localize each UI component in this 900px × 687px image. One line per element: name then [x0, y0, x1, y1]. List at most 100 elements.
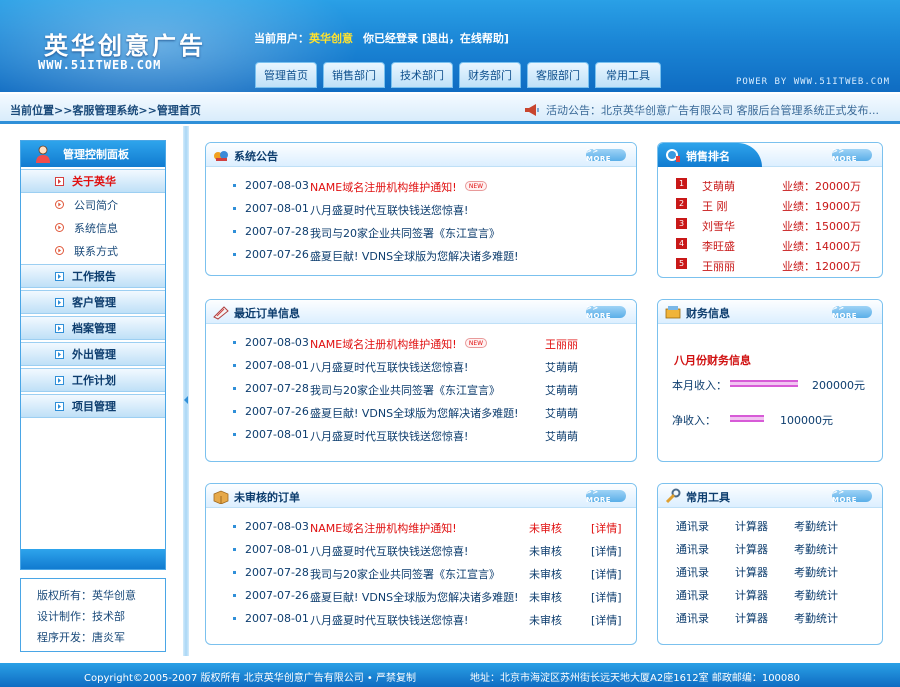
item-title-link[interactable]: 八月盛夏时代互联快钱送您惊喜!	[310, 202, 468, 218]
order-title-link[interactable]: 盛夏巨献! VDNS全球版为您解决诸多难题!	[310, 589, 519, 605]
item-title-link[interactable]: 盛夏巨献! VDNS全球版为您解决诸多难题!	[310, 248, 519, 264]
tool-attendance-link[interactable]: 考勤统计	[794, 541, 853, 564]
sidebar-item-system-info[interactable]: 系统信息	[21, 216, 165, 239]
salesperson-performance: 业绩：14000万	[782, 240, 861, 253]
panel-announcements: 系统公告 >> MORE 2007-08-03 NAME域名注册机构维护通知! NE…	[205, 142, 637, 276]
sidebar-item-contact[interactable]: 联系方式	[21, 239, 165, 262]
tool-contacts-link[interactable]: 通讯录	[676, 518, 735, 541]
panel-header: 最近订单信息 >> MORE	[206, 300, 636, 324]
tool-attendance-link[interactable]: 考勤统计	[794, 587, 853, 610]
ranking-row[interactable]: 1 艾萌萌 业绩：20000万	[658, 175, 882, 195]
order-title-link[interactable]: 八月盛夏时代互联快钱送您惊喜!	[310, 543, 468, 559]
sidebar-group-customers[interactable]: 客户管理	[21, 290, 165, 314]
tool-contacts-link[interactable]: 通讯录	[676, 541, 735, 564]
more-button[interactable]: >> MORE	[832, 488, 872, 504]
salesperson-performance: 业绩：19000万	[782, 200, 861, 213]
tab-tech[interactable]: 技术部门	[391, 62, 453, 88]
item-date: 2007-07-26	[245, 248, 309, 261]
sidebar-group-archives[interactable]: 档案管理	[21, 316, 165, 340]
sidebar-group-about[interactable]: 关于英华	[21, 169, 165, 193]
tool-contacts-link[interactable]: 通讯录	[676, 587, 735, 610]
detail-link[interactable]: [详情]	[591, 612, 622, 628]
tab-tools[interactable]: 常用工具	[595, 62, 661, 88]
bullet-icon	[55, 323, 64, 333]
ranking-row[interactable]: 4 李旺盛 业绩：14000万	[658, 235, 882, 255]
detail-link[interactable]: [详情]	[591, 589, 622, 605]
detail-link[interactable]: [详情]	[591, 520, 622, 536]
panel-header: 未审核的订单 >> MORE	[206, 484, 636, 508]
sidebar-group-outings[interactable]: 外出管理	[21, 342, 165, 366]
ranking-row[interactable]: 2 王 刚 业绩：19000万	[658, 195, 882, 215]
item-title-link[interactable]: 我司与20家企业共同签署《东江宣言》	[310, 225, 500, 241]
salesperson-name: 王丽丽	[702, 260, 735, 273]
tab-service[interactable]: 客服部门	[527, 62, 589, 88]
table-row: 2007-07-26 盛夏巨献! VDNS全球版为您解决诸多难题! 艾萌萌	[206, 401, 636, 424]
order-title-link[interactable]: NAME域名注册机构维护通知!	[310, 520, 457, 536]
bullet-icon	[233, 253, 236, 256]
order-title-link[interactable]: 我司与20家企业共同签署《东江宣言》	[310, 566, 500, 582]
ranking-row[interactable]: 3 刘雪华 业绩：15000万	[658, 215, 882, 235]
sidebar-group-work-report[interactable]: 工作报告	[21, 264, 165, 288]
tool-calculator-link[interactable]: 计算器	[735, 518, 794, 541]
login-links[interactable]: 你已经登录 [退出，在线帮助]	[363, 32, 509, 45]
sidebar-group-projects[interactable]: 项目管理	[21, 394, 165, 418]
panel-header: 常用工具 >> MORE	[658, 484, 882, 508]
order-title-link[interactable]: 八月盛夏时代互联快钱送您惊喜!	[310, 612, 468, 628]
order-date: 2007-08-03	[245, 520, 309, 533]
item-title-link[interactable]: NAME域名注册机构维护通知!	[310, 179, 457, 195]
tool-attendance-link[interactable]: 考勤统计	[794, 564, 853, 587]
ranking-row[interactable]: 5 王丽丽 业绩：12000万	[658, 255, 882, 275]
footer-address: 地址：北京市海淀区苏州街长远天地大厦A2座1612室 邮政邮编：100080	[470, 673, 801, 684]
tool-attendance-link[interactable]: 考勤统计	[794, 610, 853, 633]
order-title-link[interactable]: 八月盛夏时代互联快钱送您惊喜!	[310, 359, 468, 375]
finance-icon	[665, 306, 681, 319]
more-button[interactable]: >> MORE	[586, 304, 626, 320]
tool-calculator-link[interactable]: 计算器	[735, 610, 794, 633]
tab-sales[interactable]: 销售部门	[323, 62, 385, 88]
ranking-icon	[666, 149, 680, 162]
tool-calculator-link[interactable]: 计算器	[735, 587, 794, 610]
tool-calculator-link[interactable]: 计算器	[735, 564, 794, 587]
sidebar-item-company-intro[interactable]: 公司简介	[21, 193, 165, 216]
tab-finance[interactable]: 财务部门	[459, 62, 521, 88]
copyright-owner: 版权所有：英华创意	[37, 589, 136, 602]
pending-order-list: 2007-08-03 NAME域名注册机构维护通知! 未审核 [详情] 2007-08-…	[206, 508, 636, 631]
more-button[interactable]: >> MORE	[832, 304, 872, 320]
more-button[interactable]: >> MORE	[586, 488, 626, 504]
rank-number: 4	[676, 238, 687, 249]
bullet-icon	[233, 341, 236, 344]
order-date: 2007-08-03	[245, 336, 309, 349]
detail-link[interactable]: [详情]	[591, 543, 622, 559]
tool-attendance-link[interactable]: 考勤统计	[794, 518, 853, 541]
tool-calculator-link[interactable]: 计算器	[735, 541, 794, 564]
bullet-icon	[233, 433, 236, 436]
order-title-link[interactable]: NAME域名注册机构维护通知!	[310, 336, 457, 352]
order-title-link[interactable]: 我司与20家企业共同签署《东江宣言》	[310, 382, 500, 398]
sidebar-group-label: 工作报告	[72, 270, 116, 283]
notice-marquee[interactable]: 活动公告：北京英华创意广告有限公司 客服后台管理系统正式发布...	[524, 102, 879, 118]
order-date: 2007-08-01	[245, 612, 309, 625]
bullet-icon	[55, 271, 64, 281]
more-button[interactable]: >> MORE	[586, 147, 626, 163]
more-button[interactable]: >> MORE	[832, 147, 872, 163]
order-status: 未审核	[529, 545, 562, 558]
collapse-arrow-icon[interactable]	[184, 396, 188, 404]
detail-link[interactable]: [详情]	[591, 566, 622, 582]
income-bar	[730, 380, 798, 387]
order-date: 2007-07-28	[245, 382, 309, 395]
tool-contacts-link[interactable]: 通讯录	[676, 610, 735, 633]
tool-contacts-link[interactable]: 通讯录	[676, 564, 735, 587]
order-title-link[interactable]: 盛夏巨献! VDNS全球版为您解决诸多难题!	[310, 405, 519, 421]
sidebar-group-work-plan[interactable]: 工作计划	[21, 368, 165, 392]
table-row: 2007-07-26 盛夏巨献! VDNS全球版为您解决诸多难题! 未审核 [详情]	[206, 585, 636, 608]
panel-title: 财务信息	[686, 307, 730, 320]
table-row: 2007-08-03 NAME域名注册机构维护通知! NEW 王丽丽	[206, 332, 636, 355]
sidebar-splitter[interactable]	[183, 126, 189, 656]
order-title-link[interactable]: 八月盛夏时代互联快钱送您惊喜!	[310, 428, 468, 444]
tab-home[interactable]: 管理首页	[255, 62, 317, 88]
panel-pending-orders: 未审核的订单 >> MORE 2007-08-03 NAME域名注册机构维护通知!…	[205, 483, 637, 645]
announcement-list: 2007-08-03 NAME域名注册机构维护通知! NEW 2007-08-01 八月…	[206, 167, 636, 267]
sidebar-group-label: 外出管理	[72, 348, 116, 361]
salesperson-name: 艾萌萌	[702, 180, 735, 193]
user-name: 英华创意	[309, 32, 353, 45]
